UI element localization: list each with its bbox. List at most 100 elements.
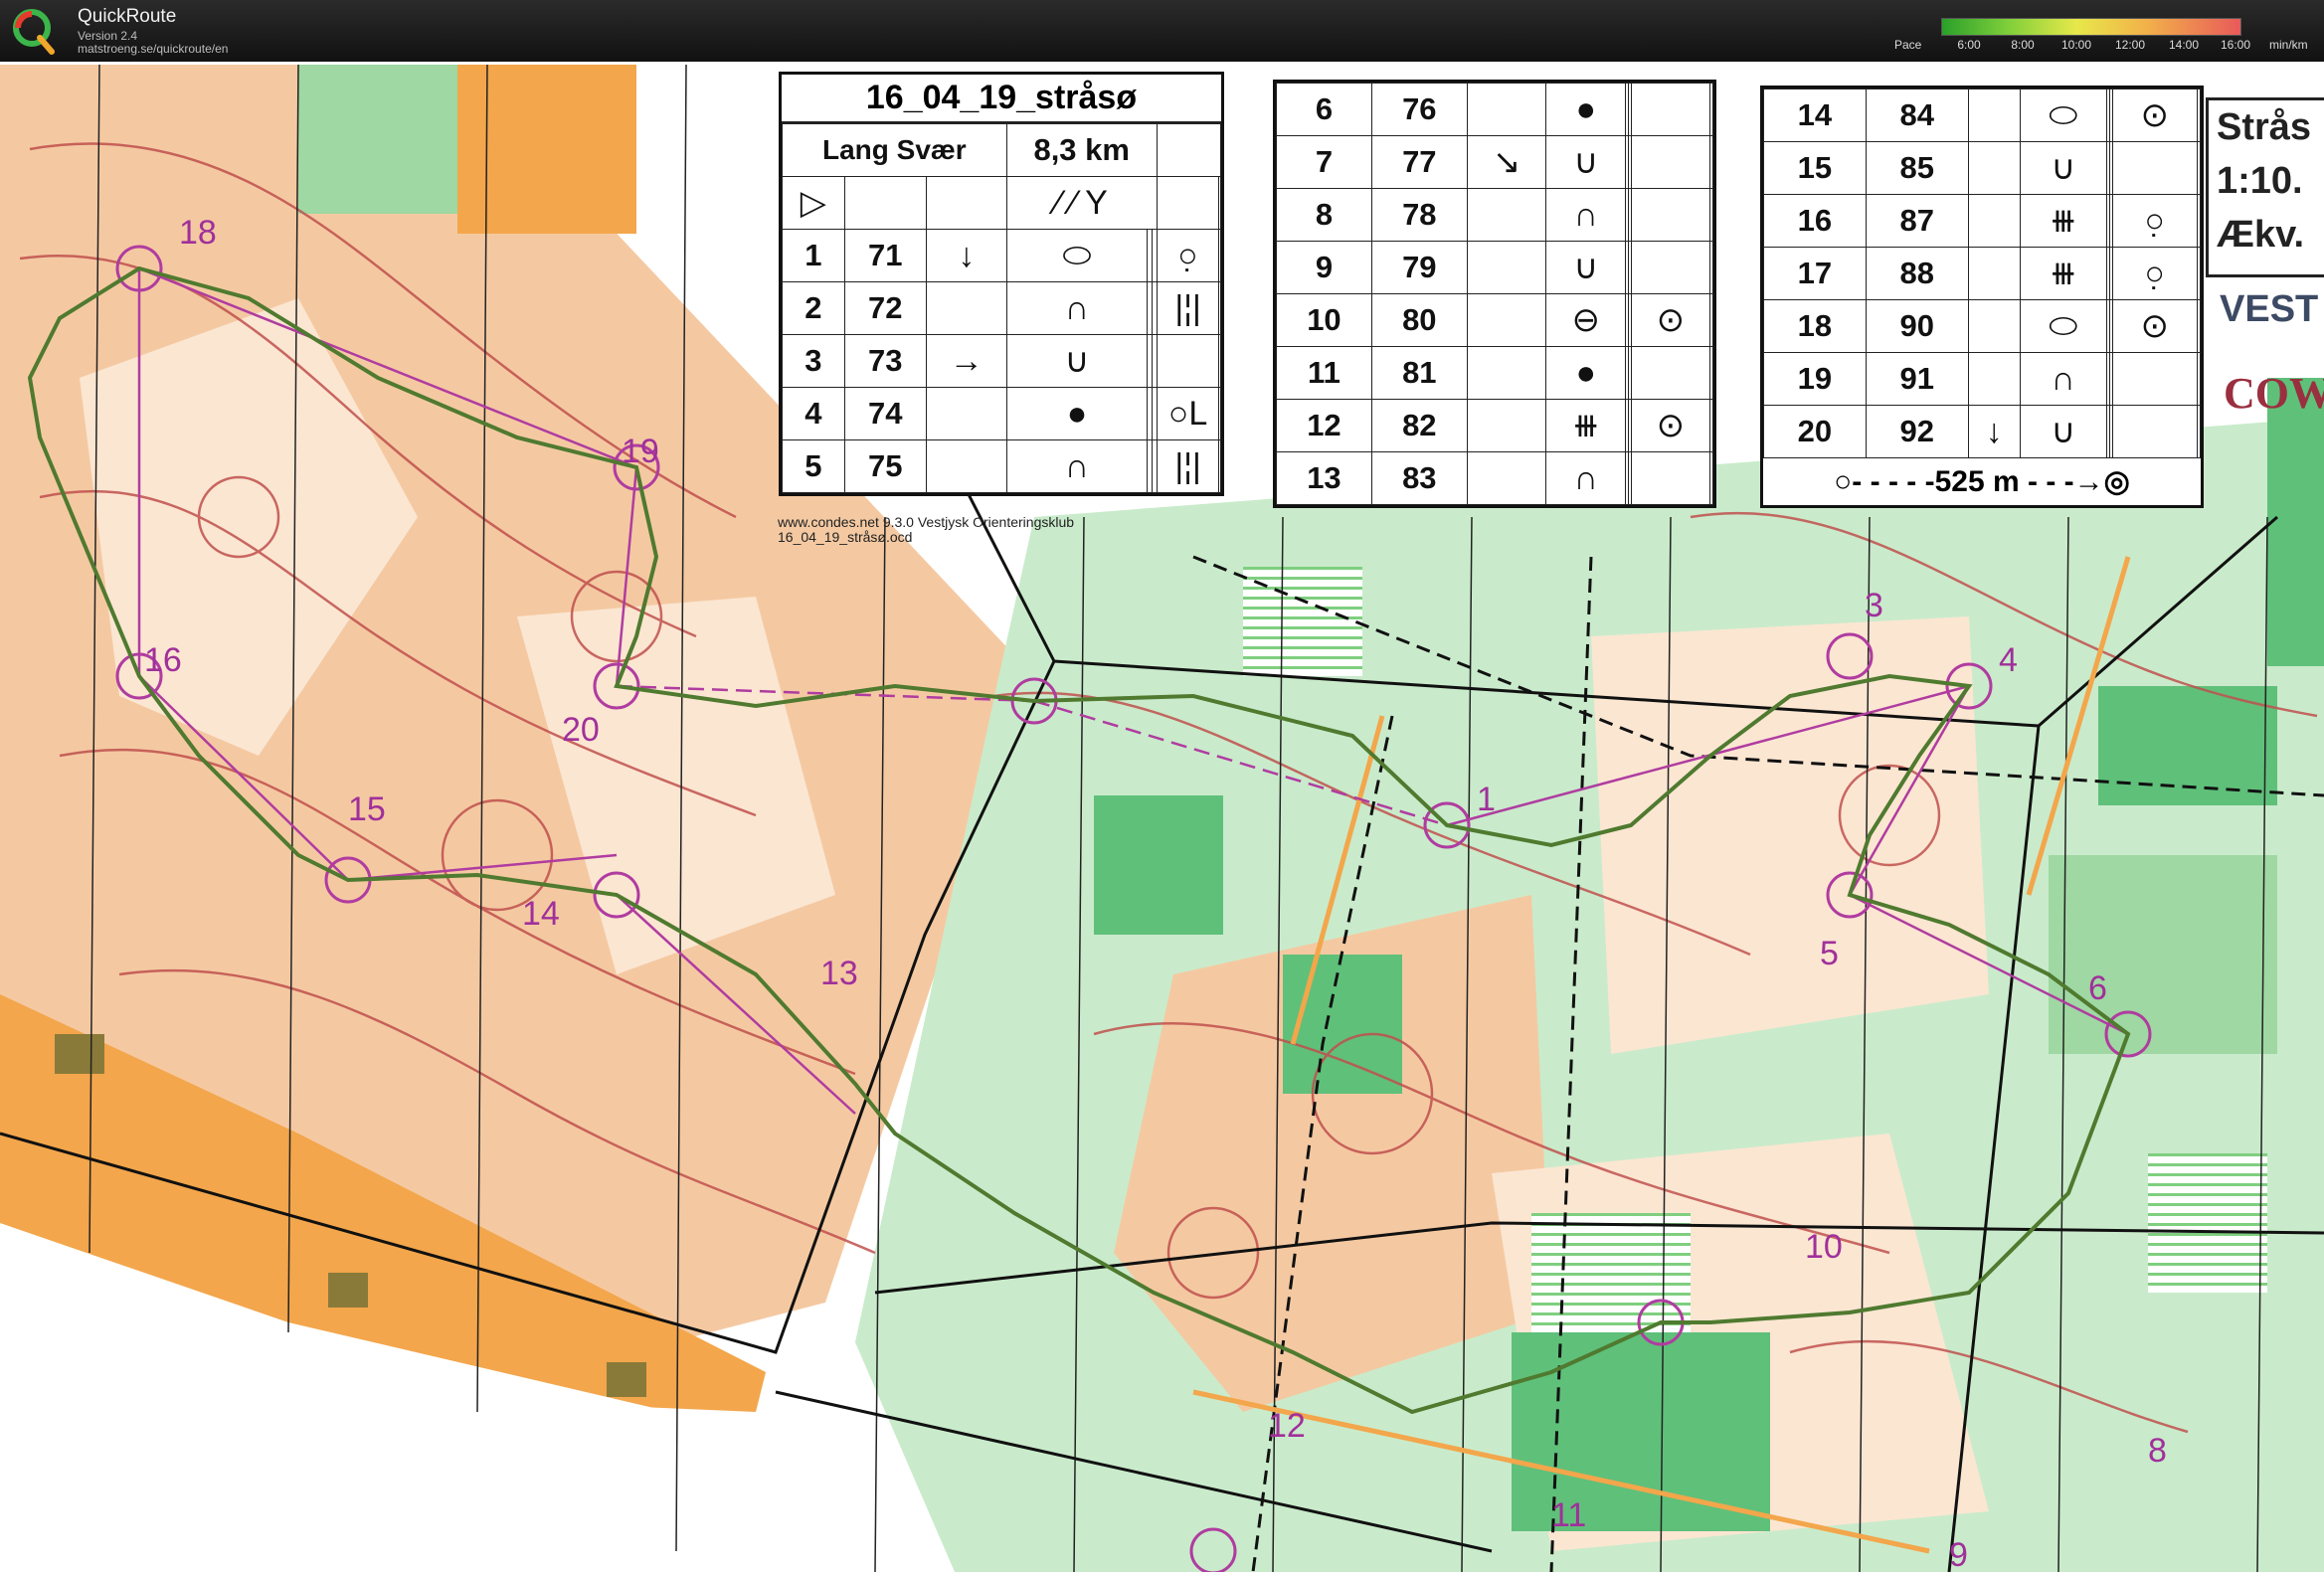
empty-cell xyxy=(2197,299,2201,353)
direction-icon xyxy=(1466,346,1547,400)
control-row: 14 84 ⬭ ⊙ xyxy=(1763,88,2201,142)
control-code: 76 xyxy=(1370,83,1468,136)
control-number: 14 xyxy=(1763,88,1867,142)
control-code: 72 xyxy=(843,281,927,335)
control-row: 20 92 ↓ ∪ xyxy=(1763,405,2201,458)
detail-icon: ⊙ xyxy=(2111,299,2199,353)
empty-cell xyxy=(1218,387,1221,440)
app-title: QuickRoute xyxy=(78,6,177,27)
direction-icon xyxy=(1466,83,1547,136)
feature-icon: ⬭ xyxy=(1005,229,1149,282)
feature-icon: ∩ xyxy=(2019,352,2107,406)
control-number: 15 xyxy=(348,790,386,828)
feature-icon: ⧻ xyxy=(2019,194,2107,248)
feature-icon: ● xyxy=(1005,387,1149,440)
control-row: 13 83 ∩ xyxy=(1276,451,1713,505)
control-number: 4 xyxy=(1999,641,2018,679)
empty-cell xyxy=(1218,281,1221,335)
course-title: 16_04_19_stråsø xyxy=(782,75,1221,123)
legend-vest: VEST xyxy=(2220,288,2319,330)
detail-icon xyxy=(1630,188,1711,242)
app-url-link[interactable]: matstroeng.se/quickroute/en xyxy=(78,42,228,56)
empty-cell xyxy=(1709,135,1713,189)
description-table: 6 76 ● 7 77 ↘ ∪ 8 78 ∩ 9 79 ∪ 10 80 ⊖ ⊙ 11 81 ● 12 82 ⧻ ⊙ 13 83 ∩ xyxy=(1276,83,1713,505)
control-number: 18 xyxy=(1763,299,1867,353)
detail-icon xyxy=(2111,352,2199,406)
direction-icon: ↓ xyxy=(1967,405,2021,458)
control-row: 3 73 → ∪ xyxy=(782,334,1221,388)
control-row: 15 85 ∪ xyxy=(1763,141,2201,195)
green-field-top xyxy=(298,65,457,214)
description-table: 14 84 ⬭ ⊙ 15 85 ∪ 16 87 ⧻ ○̣ 17 88 ⧻ ○̣ 18 90 ⬭ ⊙ 19 91 ∩ 20 92… xyxy=(1763,88,2201,458)
control-number: 8 xyxy=(1276,188,1372,242)
direction-icon xyxy=(925,387,1007,440)
control-number: 7 xyxy=(1276,135,1372,189)
empty-cell xyxy=(1218,334,1221,388)
quickroute-logo-icon xyxy=(13,9,55,55)
direction-icon xyxy=(1967,88,2021,142)
control-number: 6 xyxy=(2088,969,2107,1007)
control-row: 8 78 ∩ xyxy=(1276,188,1713,242)
empty-cell xyxy=(1709,451,1713,505)
control-code: 77 xyxy=(1370,135,1468,189)
green-area xyxy=(2267,378,2324,666)
detail-icon xyxy=(2111,141,2199,195)
detail-icon xyxy=(1630,346,1711,400)
direction-icon: ↓ xyxy=(925,229,1007,282)
control-description-sheet-2: 6 76 ● 7 77 ↘ ∪ 8 78 ∩ 9 79 ∪ 10 80 ⊖ ⊙ 11 81 ● 12 82 ⧻ ⊙ 13 83 ∩ xyxy=(1273,80,1716,508)
control-code: 71 xyxy=(843,229,927,282)
control-number: 14 xyxy=(522,895,560,933)
control-row: 10 80 ⊖ ⊙ xyxy=(1276,293,1713,347)
feature-icon: ⬭ xyxy=(2019,88,2107,142)
pace-label: Pace xyxy=(1894,38,1922,52)
empty-cell xyxy=(2197,194,2201,248)
detail-icon xyxy=(1156,334,1220,388)
vegetation-stripes xyxy=(1531,1213,1691,1332)
control-number: 13 xyxy=(1276,451,1372,505)
control-number: 11 xyxy=(1551,1496,1586,1534)
empty-cell xyxy=(2197,247,2201,300)
empty-cell xyxy=(1218,229,1221,282)
finish-distance: 525 m xyxy=(1934,465,2020,498)
empty-cell xyxy=(1709,346,1713,400)
course-length: 8,3 km xyxy=(1005,123,1158,177)
control-number: 17 xyxy=(1763,247,1867,300)
feature-icon: ⊖ xyxy=(1545,293,1627,347)
detail-icon: ○̣ xyxy=(2111,194,2199,248)
control-number: 5 xyxy=(782,439,845,493)
control-code: 74 xyxy=(843,387,927,440)
feature-icon: ● xyxy=(1545,83,1627,136)
control-row: 19 91 ∩ xyxy=(1763,352,2201,406)
detail-icon: ⊙ xyxy=(1630,399,1711,452)
control-row: 7 77 ↘ ∪ xyxy=(1276,135,1713,189)
feature-icon: ∪ xyxy=(2019,405,2107,458)
orange-field-top xyxy=(457,65,636,234)
empty-cell xyxy=(1218,439,1221,493)
software-file: 16_04_19_stråsø.ocd xyxy=(778,529,913,545)
pace-color-scale xyxy=(1941,18,2241,36)
detail-icon: |¦| xyxy=(1156,281,1220,335)
detail-icon xyxy=(1630,135,1711,189)
control-description-sheet-3: 14 84 ⬭ ⊙ 15 85 ∪ 16 87 ⧻ ○̣ 17 88 ⧻ ○̣ 18 90 ⬭ ⊙ 19 91 ∩ 20 92… xyxy=(1760,86,2204,508)
start-icon: ▷ xyxy=(782,176,845,230)
feature-icon: ⧻ xyxy=(2019,247,2107,300)
finish-arrow-icon: - - -→◎ xyxy=(2019,465,2130,498)
control-number: 15 xyxy=(1763,141,1867,195)
control-number: 12 xyxy=(1276,399,1372,452)
control-number: 20 xyxy=(562,711,600,749)
pace-tick: 8:00 xyxy=(2011,38,2035,52)
feature-icon: ∩ xyxy=(1545,188,1627,242)
pace-tick: 14:00 xyxy=(2168,38,2200,52)
detail-icon xyxy=(1630,451,1711,505)
feature-icon: ∩ xyxy=(1545,451,1627,505)
empty-cell xyxy=(2197,352,2201,406)
empty-cell xyxy=(1709,188,1713,242)
control-row: 18 90 ⬭ ⊙ xyxy=(1763,299,2201,353)
detail-icon xyxy=(2111,405,2199,458)
pace-tick: 6:00 xyxy=(1957,38,1981,52)
feature-icon: ● xyxy=(1545,346,1627,400)
direction-icon xyxy=(1967,141,2021,195)
empty-cell xyxy=(1709,293,1713,347)
control-code: 81 xyxy=(1370,346,1468,400)
control-code: 83 xyxy=(1370,451,1468,505)
